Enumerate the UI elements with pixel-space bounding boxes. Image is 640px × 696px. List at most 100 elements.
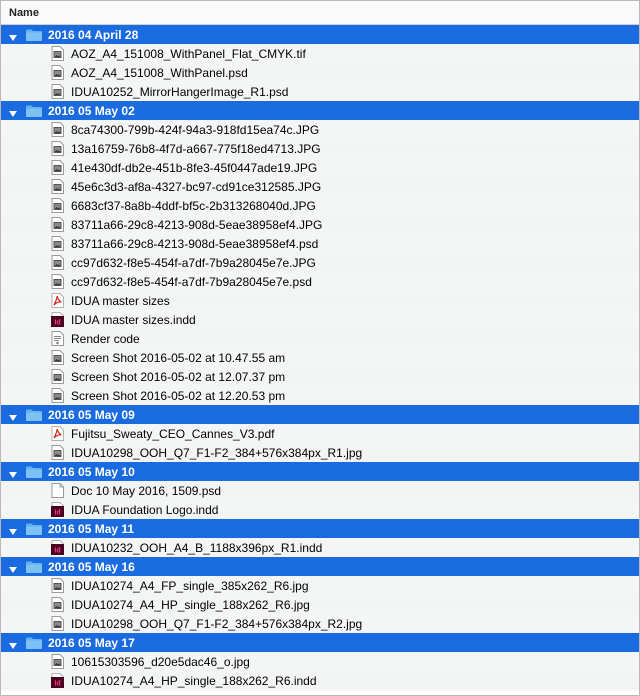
file-row[interactable]: IDUA10298_OOH_Q7_F1-F2_384+576x384px_R1.… <box>1 443 639 462</box>
file-name: Fujitsu_Sweaty_CEO_Cannes_V3.pdf <box>71 426 275 441</box>
folder-row[interactable]: 2016 05 May 17 <box>1 633 639 652</box>
file-name: Screen Shot 2016-05-02 at 12.07.37 pm <box>71 369 286 384</box>
folder-icon <box>26 29 42 41</box>
indesign-file-icon: Id <box>51 312 64 327</box>
image-file-icon <box>51 578 64 593</box>
file-row[interactable]: 6683cf37-8a8b-4ddf-bf5c-2b313268040d.JPG <box>1 196 639 215</box>
folder-name: 2016 05 May 17 <box>48 635 135 650</box>
file-row[interactable]: Render code <box>1 329 639 348</box>
folder-row[interactable]: 2016 05 May 10 <box>1 462 639 481</box>
file-row[interactable]: 83711a66-29c8-4213-908d-5eae38958ef4.psd <box>1 234 639 253</box>
file-name: Doc 10 May 2016, 1509.psd <box>71 483 222 498</box>
file-name: IDUA10298_OOH_Q7_F1-F2_384+576x384px_R2.… <box>71 616 363 631</box>
image-file-icon <box>51 65 64 80</box>
folder-name: 2016 04 April 28 <box>48 27 139 42</box>
folder-row[interactable]: 2016 05 May 11 <box>1 519 639 538</box>
file-row[interactable]: Screen Shot 2016-05-02 at 10.47.55 am <box>1 348 639 367</box>
folder-row[interactable]: 2016 04 April 28 <box>1 25 639 44</box>
disclosure-triangle-icon[interactable] <box>9 525 17 535</box>
pdf-file-icon <box>51 426 64 441</box>
file-row[interactable]: Screen Shot 2016-05-02 at 12.07.37 pm <box>1 367 639 386</box>
svg-text:Id: Id <box>54 510 60 517</box>
file-row[interactable]: Id IDUA10232_OOH_A4_B_1188x396px_R1.indd <box>1 538 639 557</box>
file-row[interactable]: cc97d632-f8e5-454f-a7df-7b9a28045e7e.JPG <box>1 253 639 272</box>
finder-window: Name 2016 04 April 28 AOZ_A4_151008_WithP… <box>0 0 640 696</box>
svg-text:Id: Id <box>54 681 60 688</box>
text-file-icon <box>51 331 64 346</box>
image-file-icon <box>51 350 64 365</box>
blank-file-icon <box>51 483 64 498</box>
file-name: cc97d632-f8e5-454f-a7df-7b9a28045e7e.JPG <box>71 255 316 270</box>
image-file-icon <box>51 597 64 612</box>
file-row[interactable]: IDUA10298_OOH_Q7_F1-F2_384+576x384px_R2.… <box>1 614 639 633</box>
file-row[interactable]: 8ca74300-799b-424f-94a3-918fd15ea74c.JPG <box>1 120 639 139</box>
file-name: cc97d632-f8e5-454f-a7df-7b9a28045e7e.psd <box>71 274 312 289</box>
disclosure-triangle-icon[interactable] <box>9 107 17 117</box>
image-file-icon <box>51 46 64 61</box>
file-row[interactable]: 41e430df-db2e-451b-8fe3-45f0447ade19.JPG <box>1 158 639 177</box>
folder-name: 2016 05 May 09 <box>48 407 135 422</box>
file-row[interactable]: IDUA10252_MirrorHangerImage_R1.psd <box>1 82 639 101</box>
file-name: 10615303596_d20e5dac46_o.jpg <box>71 654 250 669</box>
file-row[interactable]: Id IDUA Foundation Logo.indd <box>1 500 639 519</box>
image-file-icon <box>51 616 64 631</box>
folder-name: 2016 05 May 02 <box>48 103 135 118</box>
folder-icon <box>26 637 42 649</box>
image-file-icon <box>51 274 64 289</box>
file-row[interactable]: 13a16759-76b8-4f7d-a667-775f18ed4713.JPG <box>1 139 639 158</box>
folder-icon <box>26 561 42 573</box>
disclosure-triangle-icon[interactable] <box>9 31 17 41</box>
image-file-icon <box>51 255 64 270</box>
image-file-icon <box>51 369 64 384</box>
folder-icon <box>26 409 42 421</box>
image-file-icon <box>51 654 64 669</box>
folder-row[interactable]: 2016 05 May 16 <box>1 557 639 576</box>
file-row[interactable]: AOZ_A4_151008_WithPanel_Flat_CMYK.tif <box>1 44 639 63</box>
folder-icon <box>26 105 42 117</box>
file-name: IDUA master sizes <box>71 293 170 308</box>
image-file-icon <box>51 388 64 403</box>
folder-icon <box>26 523 42 535</box>
file-name: IDUA10274_A4_HP_single_188x262_R6.indd <box>71 673 317 688</box>
file-row[interactable]: Id IDUA master sizes.indd <box>1 310 639 329</box>
image-file-icon <box>51 198 64 213</box>
file-name: IDUA master sizes.indd <box>71 312 196 327</box>
file-row[interactable]: AOZ_A4_151008_WithPanel.psd <box>1 63 639 82</box>
file-row[interactable]: IDUA10274_A4_FP_single_385x262_R6.jpg <box>1 576 639 595</box>
file-name: Render code <box>71 331 140 346</box>
file-row[interactable]: Doc 10 May 2016, 1509.psd <box>1 481 639 500</box>
disclosure-triangle-icon[interactable] <box>9 468 17 478</box>
disclosure-triangle-icon[interactable] <box>9 563 17 573</box>
file-row[interactable]: IDUA master sizes <box>1 291 639 310</box>
file-name: IDUA10252_MirrorHangerImage_R1.psd <box>71 84 289 99</box>
file-row[interactable]: Id IDUA10274_A4_HP_single_188x262_R6.indd <box>1 671 639 690</box>
file-row[interactable]: 10615303596_d20e5dac46_o.jpg <box>1 652 639 671</box>
name-column-header[interactable]: Name <box>1 1 639 25</box>
svg-text:Id: Id <box>54 548 60 555</box>
file-row[interactable]: 45e6c3d3-af8a-4327-bc97-cd91ce312585.JPG <box>1 177 639 196</box>
file-name: 6683cf37-8a8b-4ddf-bf5c-2b313268040d.JPG <box>71 198 316 213</box>
file-row[interactable]: Fujitsu_Sweaty_CEO_Cannes_V3.pdf <box>1 424 639 443</box>
file-name: 13a16759-76b8-4f7d-a667-775f18ed4713.JPG <box>71 141 321 156</box>
file-name: IDUA10298_OOH_Q7_F1-F2_384+576x384px_R1.… <box>71 445 363 460</box>
file-name: 41e430df-db2e-451b-8fe3-45f0447ade19.JPG <box>71 160 318 175</box>
file-row[interactable]: IDUA10274_A4_HP_single_188x262_R6.jpg <box>1 595 639 614</box>
file-name: AOZ_A4_151008_WithPanel_Flat_CMYK.tif <box>71 46 306 61</box>
file-row[interactable]: 83711a66-29c8-4213-908d-5eae38958ef4.JPG <box>1 215 639 234</box>
file-name: 83711a66-29c8-4213-908d-5eae38958ef4.JPG <box>71 217 323 232</box>
file-row[interactable]: cc97d632-f8e5-454f-a7df-7b9a28045e7e.psd <box>1 272 639 291</box>
folder-name: 2016 05 May 16 <box>48 559 135 574</box>
image-file-icon <box>51 160 64 175</box>
file-name: 83711a66-29c8-4213-908d-5eae38958ef4.psd <box>71 236 319 251</box>
file-name: IDUA10274_A4_FP_single_385x262_R6.jpg <box>71 578 309 593</box>
folder-row[interactable]: 2016 05 May 02 <box>1 101 639 120</box>
folder-row[interactable]: 2016 05 May 09 <box>1 405 639 424</box>
disclosure-triangle-icon[interactable] <box>9 411 17 421</box>
file-name: 45e6c3d3-af8a-4327-bc97-cd91ce312585.JPG <box>71 179 322 194</box>
file-name: IDUA Foundation Logo.indd <box>71 502 219 517</box>
file-name: IDUA10274_A4_HP_single_188x262_R6.jpg <box>71 597 310 612</box>
file-name: Screen Shot 2016-05-02 at 12.20.53 pm <box>71 388 286 403</box>
file-row[interactable]: Screen Shot 2016-05-02 at 12.20.53 pm <box>1 386 639 405</box>
image-file-icon <box>51 236 64 251</box>
disclosure-triangle-icon[interactable] <box>9 639 17 649</box>
